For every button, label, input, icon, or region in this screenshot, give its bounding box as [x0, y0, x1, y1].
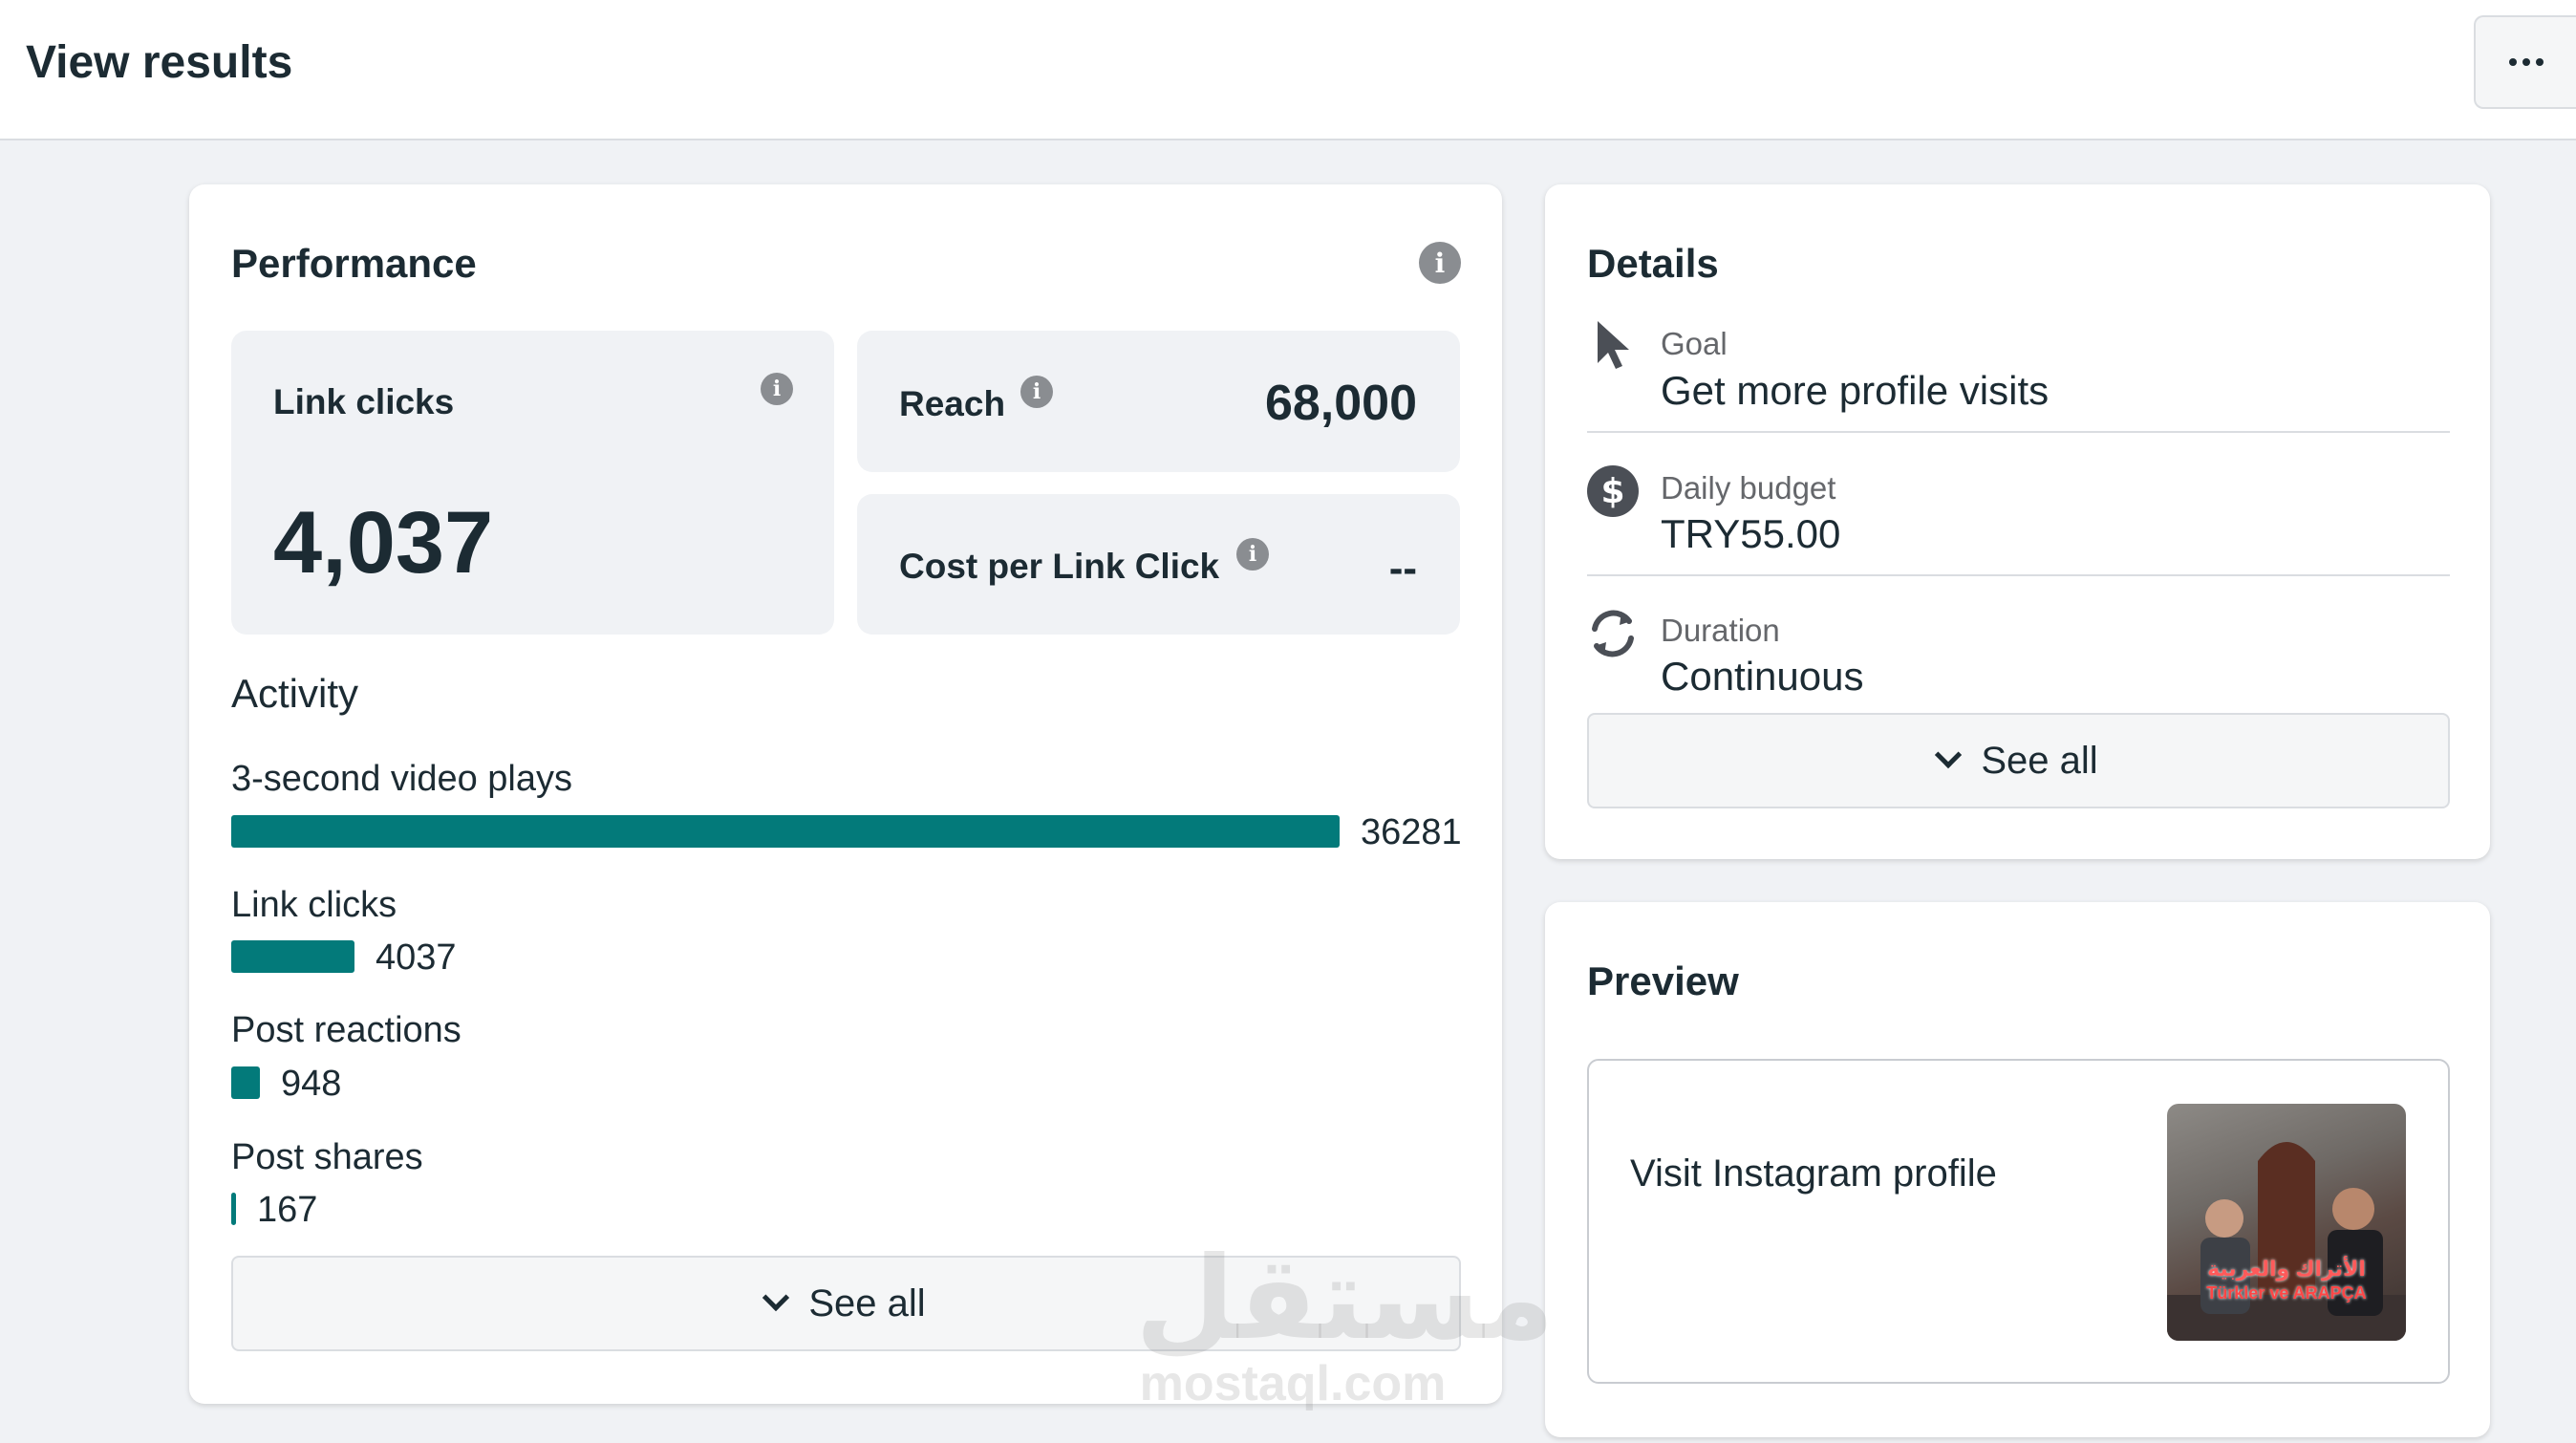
more-options-button[interactable]	[2474, 15, 2576, 109]
reach-label: Reach	[899, 384, 1006, 423]
activity-label: Link clicks	[231, 885, 397, 925]
daily-budget-label: Daily budget	[1661, 470, 1836, 506]
see-all-label: See all	[1981, 739, 2098, 782]
top-bar: View results	[0, 0, 2576, 140]
duration-value: Continuous	[1661, 654, 1864, 699]
duration-label: Duration	[1661, 613, 1780, 648]
activity-bar	[231, 815, 1340, 848]
activity-value: 4037	[376, 937, 457, 978]
preview-thumbnail: الأتراك والعربية Türkler ve ARAPÇA	[2167, 1104, 2406, 1341]
activity-bar	[231, 1193, 236, 1225]
preview-title: Preview	[1587, 958, 1739, 1003]
svg-text:$: $	[1600, 472, 1624, 511]
cost-per-link-click-value: --	[1388, 545, 1417, 592]
info-icon[interactable]: i	[1020, 376, 1053, 408]
divider	[1587, 574, 2450, 576]
activity-title: Activity	[231, 671, 359, 716]
more-icon	[2522, 58, 2530, 66]
chevron-down-icon	[1935, 741, 1963, 769]
details-see-all-button[interactable]: See all	[1587, 713, 2450, 808]
more-icon	[2508, 58, 2517, 66]
see-all-label: See all	[808, 1281, 926, 1325]
thumbnail-scene	[2167, 1142, 2406, 1341]
details-title: Details	[1587, 241, 1719, 286]
link-clicks-label: Link clicks	[273, 382, 455, 421]
page-title: View results	[26, 37, 293, 88]
watermark: مستقل mostaql.com	[1135, 1233, 1555, 1411]
activity-value: 167	[257, 1190, 318, 1230]
activity-label: Post shares	[231, 1137, 423, 1177]
performance-title: Performance	[231, 241, 477, 286]
refresh-icon	[1592, 610, 1634, 657]
thumbnail-caption-2: Türkler ve ARAPÇA	[2206, 1283, 2367, 1303]
activity-value: 36281	[1361, 812, 1462, 852]
cursor-icon	[1598, 321, 1629, 369]
more-icon	[2535, 58, 2544, 66]
info-icon[interactable]: i	[1419, 242, 1461, 284]
activity-bar	[231, 940, 354, 973]
info-icon[interactable]: i	[1236, 538, 1269, 571]
reach-value: 68,000	[1264, 376, 1417, 431]
activity-value: 948	[281, 1064, 342, 1104]
thumbnail-caption: الأتراك والعربية	[2207, 1257, 2366, 1281]
info-icon[interactable]: i	[761, 373, 793, 405]
chevron-down-icon	[762, 1283, 790, 1312]
activity-label: 3-second video plays	[231, 759, 572, 799]
daily-budget-value: TRY55.00	[1661, 511, 1841, 556]
cost-per-link-click-label: Cost per Link Click	[899, 547, 1220, 586]
link-clicks-value: 4,037	[273, 494, 494, 592]
goal-label: Goal	[1661, 326, 1728, 361]
watermark-latin: mostaql.com	[1139, 1356, 1447, 1411]
activity-bar	[231, 1066, 260, 1099]
goal-value: Get more profile visits	[1661, 368, 2050, 413]
divider	[1587, 431, 2450, 433]
activity-label: Post reactions	[231, 1010, 462, 1050]
watermark-arabic: مستقل	[1135, 1233, 1555, 1366]
visit-instagram-profile-cta[interactable]: Visit Instagram profile	[1630, 1152, 1997, 1195]
dollar-icon: $	[1587, 465, 1639, 517]
